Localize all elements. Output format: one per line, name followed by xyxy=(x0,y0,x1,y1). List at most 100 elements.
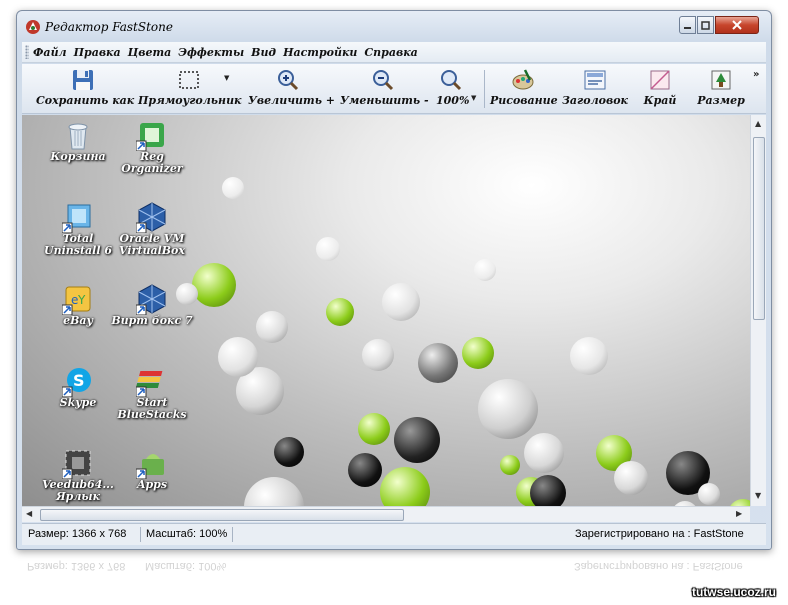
menu-bar: Файл Правка Цвета Эффекты Вид Настройки … xyxy=(22,42,766,63)
status-separator xyxy=(232,527,233,542)
menu-file[interactable]: Файл xyxy=(33,46,67,59)
menu-settings[interactable]: Настройки xyxy=(283,46,357,59)
zoom-level-label: 100% xyxy=(436,94,470,107)
palette-icon xyxy=(512,69,534,90)
resize-button[interactable]: Размер xyxy=(694,68,748,112)
desktop-icon-skype[interactable]: S Skype xyxy=(36,365,120,409)
window-title: Редактор FastStone xyxy=(45,20,173,34)
menu-colors[interactable]: Цвета xyxy=(128,46,172,59)
zoom-dropdown-arrow[interactable]: ▼ xyxy=(471,94,476,102)
total-uninstall-icon xyxy=(62,204,91,233)
skype-icon: S xyxy=(62,368,91,397)
bubble-black xyxy=(348,453,382,487)
maximize-button[interactable] xyxy=(697,16,714,34)
svg-text:Y: Y xyxy=(77,293,86,307)
desktop-icon-apps[interactable]: Apps xyxy=(110,447,194,491)
horizontal-scrollbar[interactable]: ◀ ▶ xyxy=(22,506,750,522)
window-reflection: Размер: 1366 x 768 Масштаб: 100% Зарегис… xyxy=(16,552,772,580)
desktop-icon-label: Reg Organizer xyxy=(121,150,183,175)
resize-label: Размер xyxy=(697,94,745,107)
bubble-green xyxy=(380,467,430,506)
bubble-white xyxy=(698,483,720,505)
bubble-white xyxy=(570,337,608,375)
save-as-button[interactable]: Сохранить как xyxy=(36,68,135,112)
rectangle-dropdown-arrow[interactable]: ▼ xyxy=(224,74,229,82)
bubble-black xyxy=(394,417,440,463)
scroll-down-arrow[interactable]: ▼ xyxy=(755,491,761,500)
close-icon xyxy=(732,20,742,30)
desktop-icon-label: Skype xyxy=(59,396,97,409)
floppy-disk-icon xyxy=(73,70,93,90)
desktop-icon-bluestacks[interactable]: Start BlueStacks xyxy=(110,365,194,421)
virtualbox-icon xyxy=(136,284,166,315)
title-bar[interactable]: Редактор FastStone xyxy=(17,11,771,41)
svg-text:S: S xyxy=(73,371,85,390)
zoom-in-icon xyxy=(278,70,299,91)
desktop-icon-veedub[interactable]: Veedub64... Ярлык xyxy=(36,447,120,503)
scroll-left-arrow[interactable]: ◀ xyxy=(26,509,32,518)
bubble-green xyxy=(192,263,236,307)
status-bar: Размер: 1366 x 768 Масштаб: 100% Зарегис… xyxy=(22,523,766,545)
scroll-up-arrow[interactable]: ▲ xyxy=(755,119,761,128)
bubble-white xyxy=(382,283,420,321)
desktop-icon-recycle-bin[interactable]: Корзина xyxy=(36,119,120,163)
bubble-white xyxy=(256,311,288,343)
desktop-icon-virt-box-7[interactable]: Вирт бокс 7 xyxy=(110,283,194,327)
editor-window: Редактор FastStone Файл Правка Цвета Эфф… xyxy=(16,10,772,550)
vertical-scrollbar[interactable]: ▲ ▼ xyxy=(750,115,766,506)
desktop-icon-label: Total Uninstall 6 xyxy=(43,232,112,257)
bubble-white xyxy=(362,339,394,371)
caption-icon xyxy=(584,70,606,90)
minimize-button[interactable] xyxy=(679,16,696,34)
horizontal-scroll-thumb[interactable] xyxy=(40,509,404,521)
edge-button[interactable]: Край xyxy=(642,68,678,112)
bubble-white xyxy=(218,337,258,377)
recycle-bin-icon xyxy=(68,123,88,150)
desktop-icon-ebay[interactable]: eY eBay xyxy=(36,283,120,327)
status-image-size: Размер: 1366 x 768 xyxy=(28,528,127,540)
bubble-green xyxy=(728,499,750,506)
edge-label: Край xyxy=(643,94,677,107)
bubble-green xyxy=(358,413,390,445)
reg-organizer-icon xyxy=(136,123,164,151)
resize-icon xyxy=(711,70,731,90)
bubble-black xyxy=(530,475,566,506)
veedub-icon xyxy=(62,450,91,479)
desktop-icon-total-uninstall[interactable]: Total Uninstall 6 xyxy=(36,201,120,257)
desktop-icon-label: Oracle VM VirtualBox xyxy=(119,232,185,257)
zoom-in-label: Увеличить + xyxy=(248,94,336,107)
draw-button[interactable]: Рисование xyxy=(490,68,558,112)
toolbar-overflow-chevron[interactable]: » xyxy=(753,69,759,80)
menu-grip[interactable] xyxy=(25,45,29,59)
desktop-icon-label: Apps xyxy=(136,478,168,491)
bluestacks-icon xyxy=(136,371,163,397)
menu-edit[interactable]: Правка xyxy=(74,46,121,59)
bubble-white xyxy=(524,433,564,473)
desktop-icon-virtualbox[interactable]: Oracle VM VirtualBox xyxy=(110,201,194,257)
zoom-in-button[interactable]: Увеличить + xyxy=(248,68,336,112)
bubble-white xyxy=(474,259,496,281)
zoom-level-button[interactable]: 100% xyxy=(436,68,470,112)
bubble-black xyxy=(274,437,304,467)
reflection-scale: Масштаб: 100% xyxy=(145,560,227,572)
desktop-icon-reg-organizer[interactable]: Reg Organizer xyxy=(110,119,194,175)
reflection-size: Размер: 1366 x 768 xyxy=(27,560,126,572)
bubble-green xyxy=(462,337,494,369)
zoom-icon xyxy=(441,70,462,91)
save-as-label: Сохранить как xyxy=(36,94,135,107)
bubble-gray xyxy=(418,343,458,383)
bubble-white xyxy=(316,237,340,261)
image-canvas[interactable]: Корзина Reg Organizer Total Uninstall 6 … xyxy=(22,115,750,506)
edge-icon xyxy=(650,70,670,90)
menu-view[interactable]: Вид xyxy=(251,46,276,59)
apps-icon xyxy=(136,454,164,479)
bubble-white xyxy=(244,477,304,506)
menu-help[interactable]: Справка xyxy=(364,46,417,59)
close-button[interactable] xyxy=(715,16,759,34)
vertical-scroll-thumb[interactable] xyxy=(753,137,765,320)
zoom-out-button[interactable]: Уменьшить - xyxy=(340,68,429,112)
watermark: tutwse.ucoz.ru xyxy=(691,585,776,599)
caption-button[interactable]: Заголовок xyxy=(562,68,628,112)
scroll-right-arrow[interactable]: ▶ xyxy=(736,509,742,518)
menu-effects[interactable]: Эффекты xyxy=(178,46,244,59)
